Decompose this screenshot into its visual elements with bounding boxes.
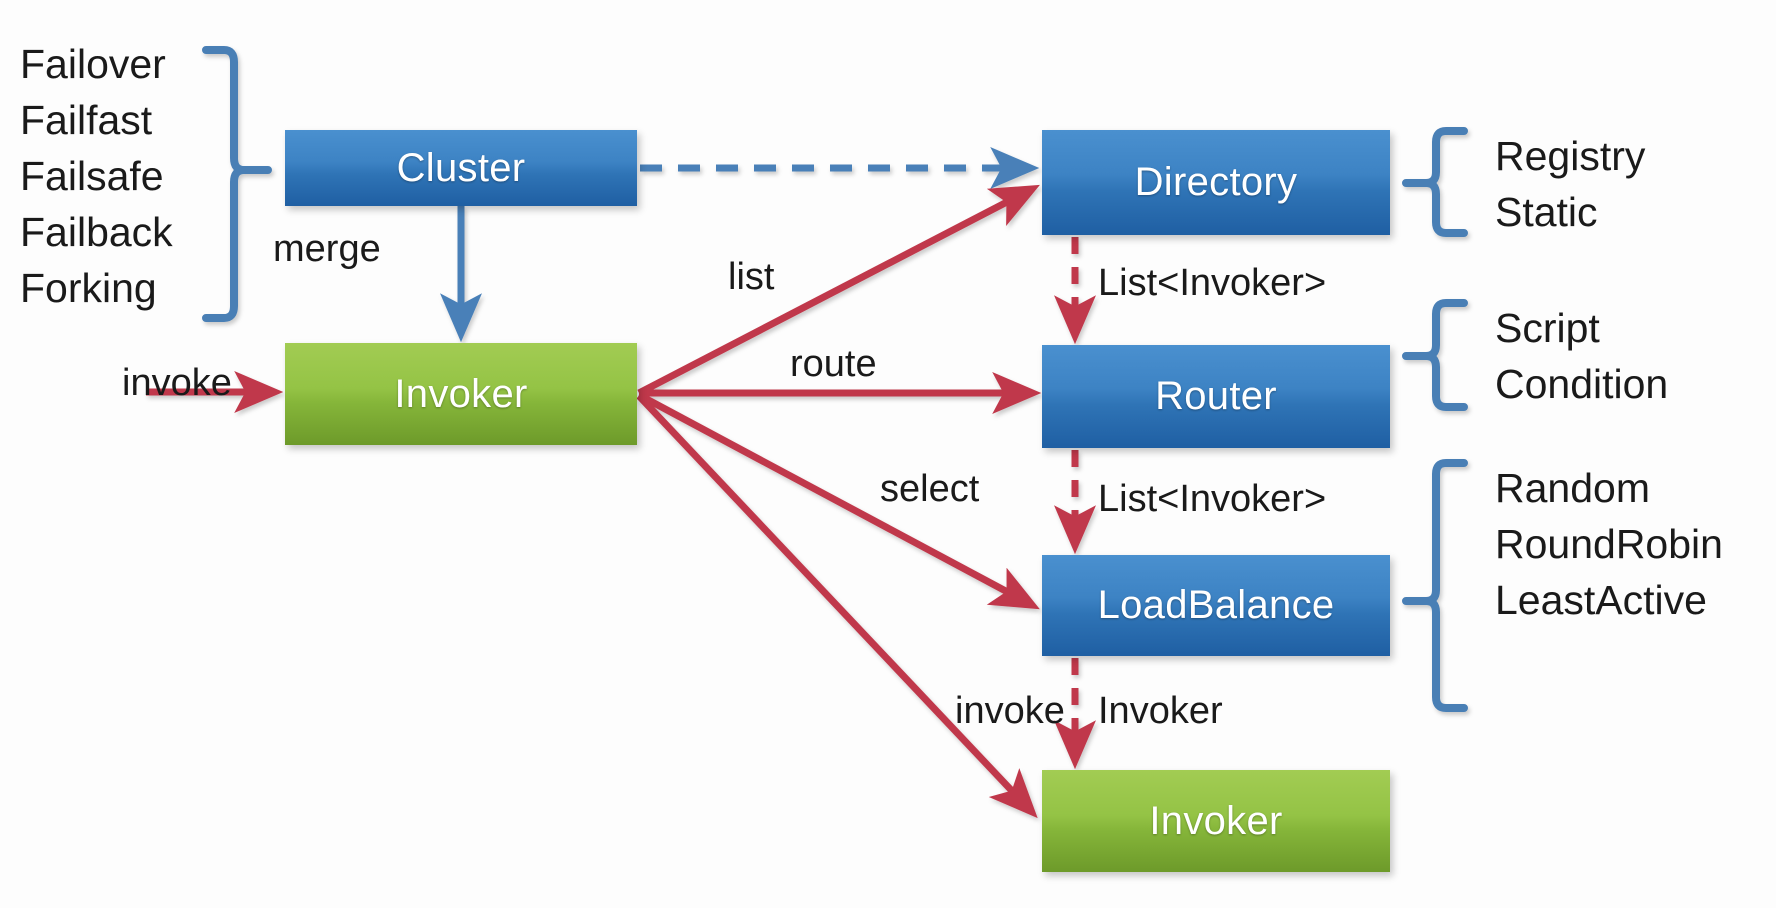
node-directory-label: Directory [1134,160,1298,204]
node-loadbalance-label: LoadBalance [1097,583,1335,627]
loadbalance-implementation-item: LeastActive [1495,577,1707,623]
node-router-label: Router [1155,374,1277,418]
router-implementation-item: Condition [1495,361,1669,407]
cluster-strategies-list: Failover Failfast Failsafe Failback Fork… [20,36,173,316]
router-implementation-item: Script [1495,305,1600,351]
node-invoker-left-label: Invoker [394,371,528,416]
brace-cluster-strategies [202,46,272,322]
cluster-strategy-item: Failfast [20,97,153,143]
edge-label-list-invoker-router: List<Invoker> [1098,478,1327,520]
cluster-strategy-item: Failback [20,209,173,255]
edge-label-select: select [880,468,980,510]
edge-label-list: list [728,256,775,298]
loadbalance-implementations-list: Random RoundRobin LeastActive [1495,460,1723,628]
edge-label-invoke-left: invoke [122,362,232,404]
node-loadbalance[interactable]: LoadBalance [1042,555,1390,656]
cluster-strategy-item: Failsafe [20,153,164,199]
node-invoker-bottom[interactable]: Invoker [1042,770,1390,872]
cluster-strategy-item: Forking [20,265,157,311]
node-invoker-bottom-label: Invoker [1149,798,1283,843]
edge-label-invoke-down: invoke [955,690,1065,732]
directory-implementation-item: Registry [1495,133,1646,179]
cluster-strategy-item: Failover [20,41,166,87]
edge-label-route: route [790,343,877,385]
directory-implementation-item: Static [1495,189,1598,235]
loadbalance-implementation-item: RoundRobin [1495,521,1723,567]
node-router[interactable]: Router [1042,345,1390,448]
node-invoker-left[interactable]: Invoker [285,343,637,445]
loadbalance-implementation-item: Random [1495,465,1650,511]
edge-label-invoker-loadbalance: Invoker [1098,690,1223,732]
node-directory[interactable]: Directory [1042,130,1390,235]
diagram-canvas: Cluster Invoker Directory Router LoadBal… [0,0,1776,908]
brace-router-implementations [1402,299,1468,411]
node-cluster-label: Cluster [396,145,526,190]
arrow-invoker-to-invoker-invoke [636,393,1038,819]
node-cluster[interactable]: Cluster [285,130,637,206]
edge-label-merge: merge [273,228,381,270]
router-implementations-list: Script Condition [1495,300,1668,412]
directory-implementations-list: Registry Static [1495,128,1645,240]
brace-loadbalance-implementations [1402,459,1468,712]
edge-label-list-invoker-directory: List<Invoker> [1098,262,1327,304]
brace-directory-implementations [1402,127,1468,237]
